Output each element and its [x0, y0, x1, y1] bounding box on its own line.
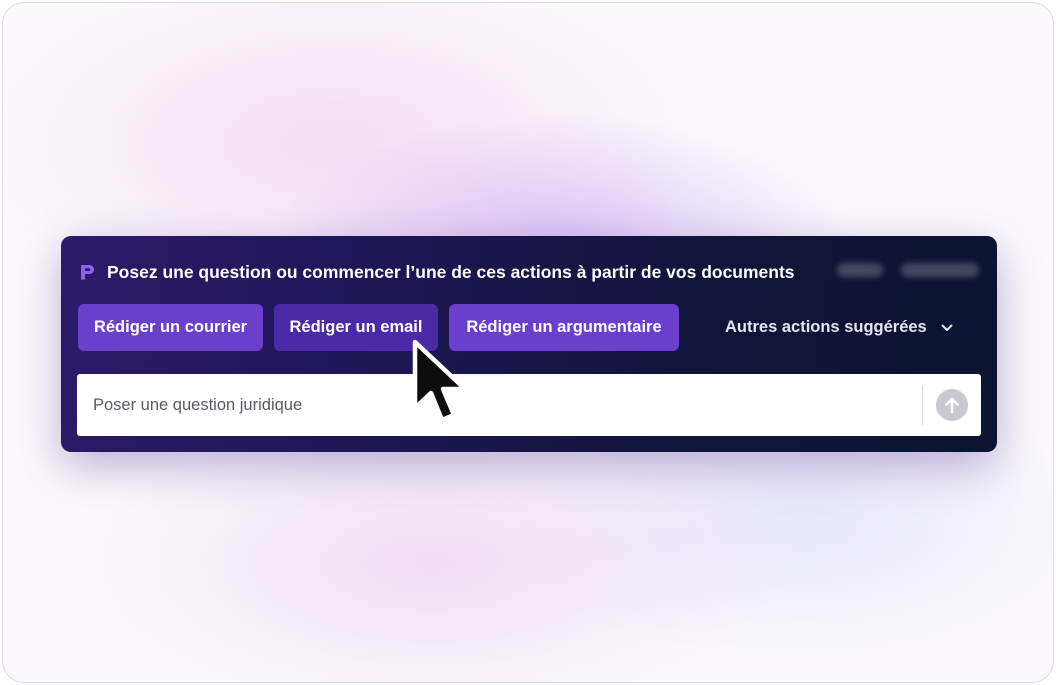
blurred-header-item: [901, 263, 979, 277]
screen-frame: Posez une question ou commencer l’une de…: [2, 2, 1054, 683]
draft-letter-button[interactable]: Rédiger un courrier: [78, 304, 263, 351]
panel-title: Posez une question ou commencer l’une de…: [107, 261, 795, 282]
more-actions-dropdown[interactable]: Autres actions suggérées: [725, 304, 953, 351]
draft-argument-button[interactable]: Rédiger un argumentaire: [449, 304, 679, 351]
more-actions-label: Autres actions suggérées: [725, 318, 927, 336]
brand-p-logo-icon: [81, 265, 94, 280]
input-divider: [922, 385, 923, 425]
send-button[interactable]: [936, 389, 968, 421]
blurred-header-item: [837, 263, 883, 277]
question-input-box: [77, 374, 981, 436]
assistant-panel: Posez une question ou commencer l’une de…: [61, 236, 997, 452]
chevron-down-icon: [941, 324, 953, 331]
arrow-up-icon: [945, 397, 959, 414]
panel-header: Posez une question ou commencer l’une de…: [79, 260, 795, 284]
question-input[interactable]: [77, 374, 917, 436]
mouse-pointer-icon: [412, 339, 468, 423]
